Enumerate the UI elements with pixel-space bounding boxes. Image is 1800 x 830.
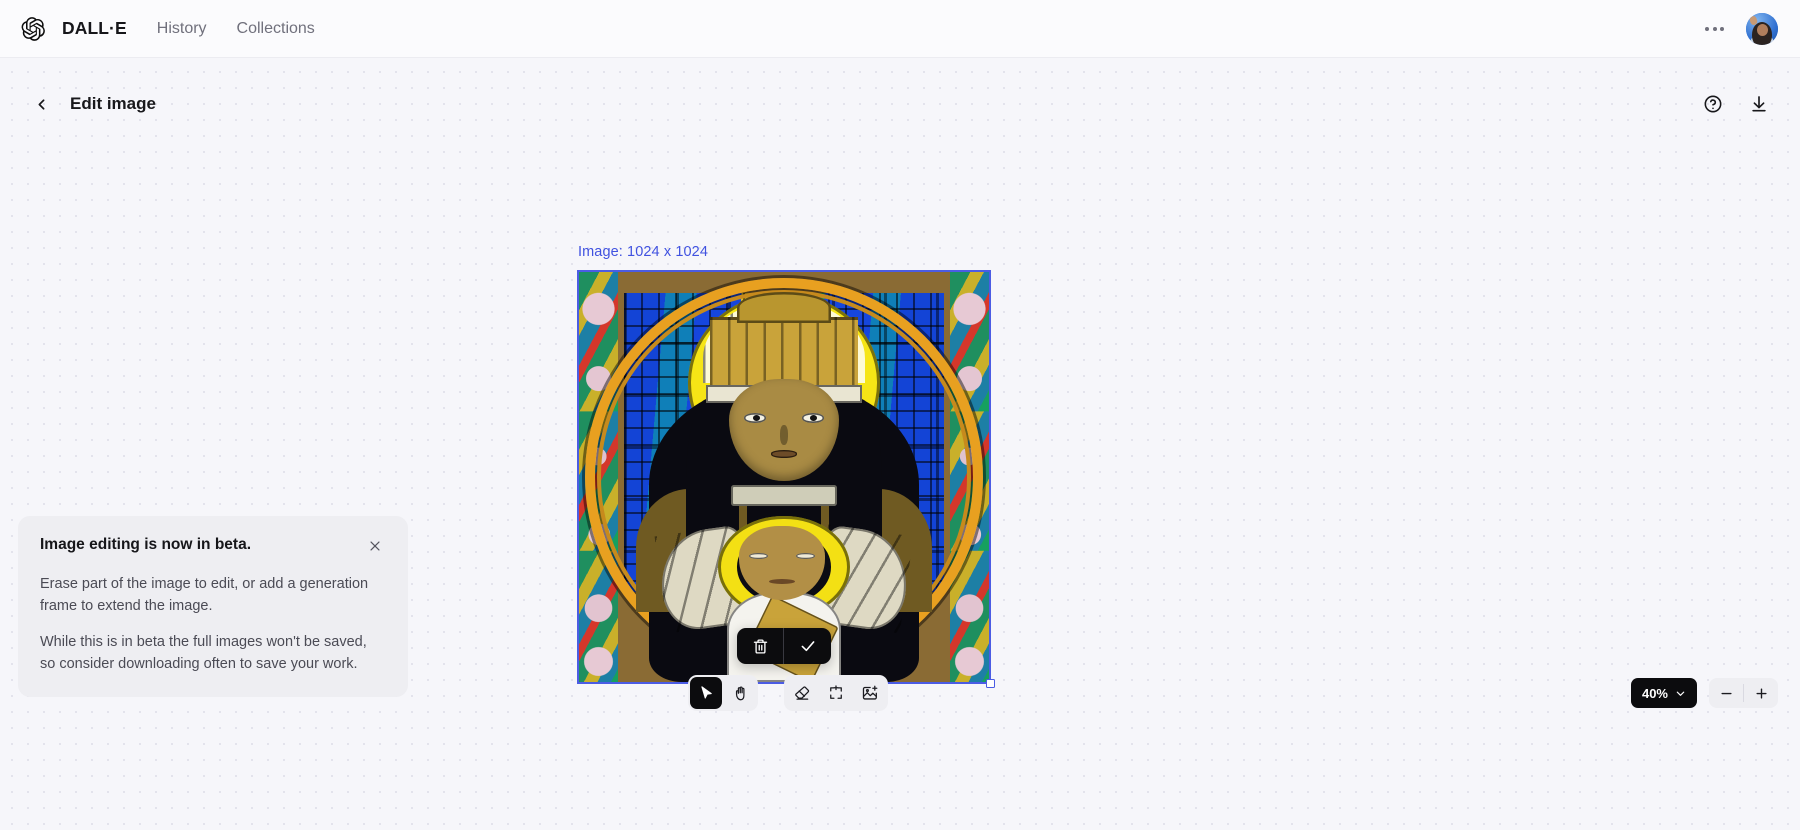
confirm-button[interactable] [784,628,831,664]
openai-logo-icon[interactable] [18,14,48,44]
tool-group-editing [784,675,888,711]
zoom-stepper [1709,678,1778,708]
sg-mouth [770,450,798,458]
sg-eye-right [801,413,824,423]
nav-link-history[interactable]: History [157,20,207,38]
add-image-tool-button[interactable] [854,677,886,709]
sg-child-mouth [769,579,795,585]
select-tool-button[interactable] [690,677,722,709]
resize-handle-bottom-right[interactable] [986,679,995,688]
plus-icon [1755,687,1767,699]
zoom-level-dropdown[interactable]: 40% [1630,678,1697,708]
ellipsis-icon[interactable] [1699,19,1730,39]
editor-canvas-workspace[interactable]: Edit image Image: 1024 x 1024 40% Image … [0,58,1800,830]
page-title: Edit image [70,94,156,113]
tool-group-navigation [688,675,758,711]
close-icon[interactable] [364,535,386,557]
download-icon[interactable] [1744,89,1774,119]
dalle-image-editor-app: DALL·E History Collections Edit image Im… [0,0,1800,830]
beta-notice-card: Image editing is now in beta. Erase part… [18,516,408,698]
sg-nose [779,424,789,446]
image-size-label: Image: 1024 x 1024 [578,244,708,260]
sg-collar [730,485,838,506]
image-selection-frame[interactable] [577,270,995,688]
avatar-face [1756,23,1768,36]
sg-eye-left [744,413,767,423]
chevron-left-icon[interactable] [28,91,54,117]
nav-link-collections[interactable]: Collections [237,20,315,38]
beta-notice-paragraph-1: Erase part of the image to edit, or add … [40,576,369,615]
help-circle-icon[interactable] [1698,89,1728,119]
top-navigation-bar: DALL·E History Collections [0,0,1800,58]
beta-notice-title: Image editing is now in beta. [40,536,251,553]
sg-child-eye-right [795,552,815,560]
zoom-controls: 40% [1630,675,1778,711]
chevron-down-icon [1676,691,1685,696]
selection-action-bar [737,628,831,664]
brand-name[interactable]: DALL·E [62,18,127,39]
editor-header: Edit image [0,78,1800,130]
editor-toolbar [688,675,888,711]
zoom-in-button[interactable] [1744,678,1778,708]
pan-tool-button[interactable] [724,677,756,709]
beta-notice-paragraph-2: While this is in beta the full images wo… [40,634,367,673]
sg-child-eye-left [749,552,769,560]
erase-tool-button[interactable] [786,677,818,709]
minus-icon [1720,692,1732,694]
zoom-level-value: 40% [1641,685,1668,701]
beta-notice-header: Image editing is now in beta. [40,536,386,557]
generation-frame-tool-button[interactable] [820,677,852,709]
stained-glass-image[interactable] [579,272,989,682]
delete-button[interactable] [737,628,784,664]
avatar[interactable] [1746,12,1778,45]
zoom-out-button[interactable] [1709,678,1743,708]
